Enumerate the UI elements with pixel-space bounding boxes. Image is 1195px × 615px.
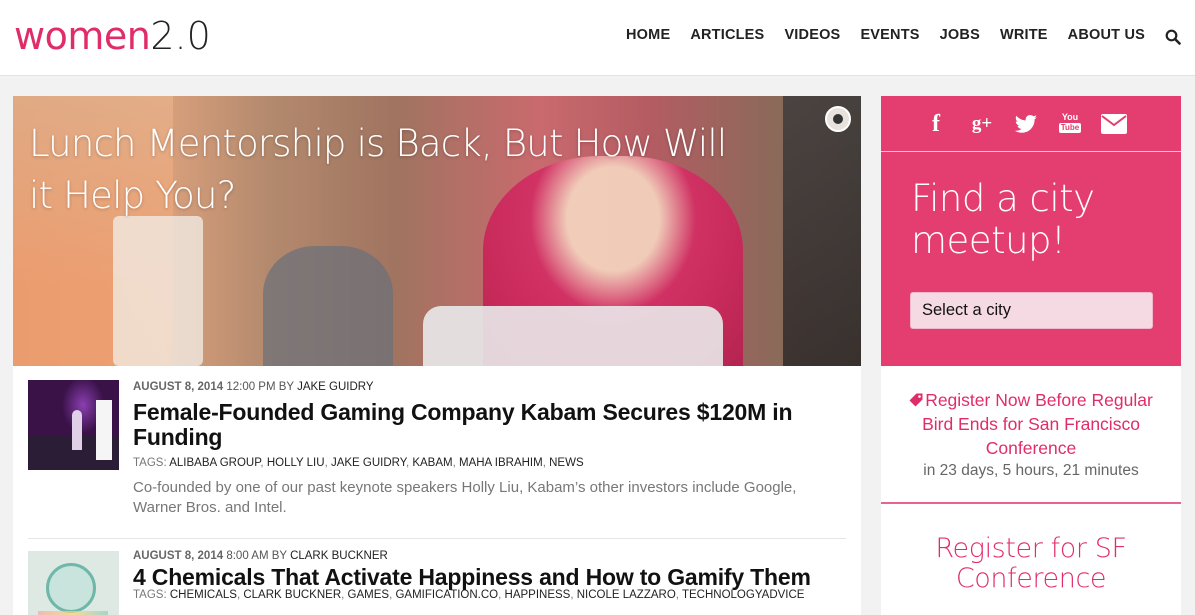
thumbnail-banner <box>96 400 112 460</box>
register-now-text: Register Now Before Regular Bird Ends fo… <box>922 390 1153 458</box>
tags-label: TAGS: <box>133 457 167 469</box>
tag-icon <box>909 393 923 407</box>
loader-icon <box>825 106 851 132</box>
divider <box>881 502 1181 504</box>
twitter-icon[interactable] <box>1013 112 1039 136</box>
tag-link[interactable]: GAMES <box>348 589 390 601</box>
sidebar-city-panel: f g+ You Tube Find a city meetup! Select … <box>881 96 1181 366</box>
article-title[interactable]: 4 Chemicals That Activate Happiness and … <box>133 565 843 590</box>
article-meta: AUGUST 8, 2014 12:00 PM BY JAKE GUIDRY <box>133 381 374 393</box>
article-author[interactable]: JAKE GUIDRY <box>297 381 373 393</box>
logo-word: women <box>14 14 151 58</box>
tag-link[interactable]: NICOLE LAZZARO <box>577 589 676 601</box>
thumbnail-flask <box>46 563 96 613</box>
google-plus-icon[interactable]: g+ <box>969 112 995 136</box>
sidebar-register-panel: Register Now Before Regular Bird Ends fo… <box>881 366 1181 615</box>
city-meetup-heading: Find a city meetup! <box>911 177 1095 262</box>
youtube-icon[interactable]: You Tube <box>1059 112 1081 136</box>
nav-about-us[interactable]: ABOUT US <box>1068 27 1145 43</box>
article-time: 12:00 PM BY <box>226 381 294 393</box>
main-nav: HOME ARTICLES VIDEOS EVENTS JOBS WRITE A… <box>606 27 1145 43</box>
nav-videos[interactable]: VIDEOS <box>784 27 840 43</box>
article-list: AUGUST 8, 2014 12:00 PM BY JAKE GUIDRY F… <box>13 366 861 615</box>
hero-feature[interactable]: Lunch Mentorship is Back, But How Will i… <box>13 96 861 366</box>
tag-link[interactable]: CHEMICALS <box>170 589 237 601</box>
tag-link[interactable]: GAMIFICATION.CO <box>395 589 498 601</box>
mail-icon[interactable] <box>1101 114 1127 134</box>
youtube-bottom: Tube <box>1059 123 1081 133</box>
article-time: 8:00 AM BY <box>226 550 287 562</box>
article-excerpt: Co-founded by one of our past keynote sp… <box>133 479 797 516</box>
tags-label: TAGS: <box>133 589 167 601</box>
nav-events[interactable]: EVENTS <box>860 27 919 43</box>
article-thumbnail[interactable] <box>28 551 119 615</box>
site-logo[interactable]: women2.0 <box>14 14 211 59</box>
logo-number: 2.0 <box>150 14 211 58</box>
article-title[interactable]: Female-Founded Gaming Company Kabam Secu… <box>133 400 843 450</box>
thumbnail-person <box>72 410 82 450</box>
city-select[interactable]: Select a city <box>910 292 1153 329</box>
tag-link[interactable]: ALIBABA GROUP <box>169 457 260 469</box>
tag-link[interactable]: JAKE GUIDRY <box>331 457 406 469</box>
article-tags: TAGS: CHEMICALS, CLARK BUCKNER, GAMES, G… <box>133 589 805 601</box>
article-tags: TAGS: ALIBABA GROUP, HOLLY LIU, JAKE GUI… <box>133 457 584 469</box>
tag-link[interactable]: HAPPINESS <box>505 589 571 601</box>
nav-articles[interactable]: ARTICLES <box>690 27 764 43</box>
register-now-link[interactable]: Register Now Before Regular Bird Ends fo… <box>901 388 1161 460</box>
register-sf-link[interactable]: Register for SF Conference <box>901 534 1161 594</box>
social-links: f g+ You Tube <box>881 96 1181 152</box>
tag-link[interactable]: TECHNOLOGYADVICE <box>682 589 804 601</box>
hero-title[interactable]: Lunch Mentorship is Back, But How Will i… <box>29 118 749 222</box>
article-thumbnail[interactable] <box>28 380 119 470</box>
hero-photo-laptop <box>423 306 723 366</box>
youtube-top: You <box>1061 112 1079 122</box>
hero-photo-shadow <box>783 96 861 366</box>
list-item: AUGUST 8, 2014 8:00 AM BY CLARK BUCKNER … <box>28 538 846 615</box>
nav-jobs[interactable]: JOBS <box>940 27 980 43</box>
search-icon[interactable] <box>1165 29 1181 45</box>
tag-link[interactable]: CLARK BUCKNER <box>243 589 341 601</box>
nav-home[interactable]: HOME <box>626 27 670 43</box>
article-meta: AUGUST 8, 2014 8:00 AM BY CLARK BUCKNER <box>133 550 388 562</box>
hero-photo-person <box>263 246 393 366</box>
tag-link[interactable]: HOLLY LIU <box>267 457 325 469</box>
countdown-text: in 23 days, 5 hours, 21 minutes <box>923 462 1139 479</box>
tag-link[interactable]: NEWS <box>549 457 584 469</box>
nav-write[interactable]: WRITE <box>1000 27 1048 43</box>
article-author[interactable]: CLARK BUCKNER <box>290 550 388 562</box>
article-date: AUGUST 8, 2014 <box>133 381 224 393</box>
thumbnail-tubes <box>38 611 108 615</box>
tag-link[interactable]: KABAM <box>412 457 452 469</box>
facebook-icon[interactable]: f <box>929 112 943 136</box>
article-date: AUGUST 8, 2014 <box>133 550 224 562</box>
hero-photo-sign <box>113 216 203 366</box>
site-header: women2.0 HOME ARTICLES VIDEOS EVENTS JOB… <box>0 0 1195 76</box>
tag-link[interactable]: MAHA IBRAHIM <box>459 457 543 469</box>
